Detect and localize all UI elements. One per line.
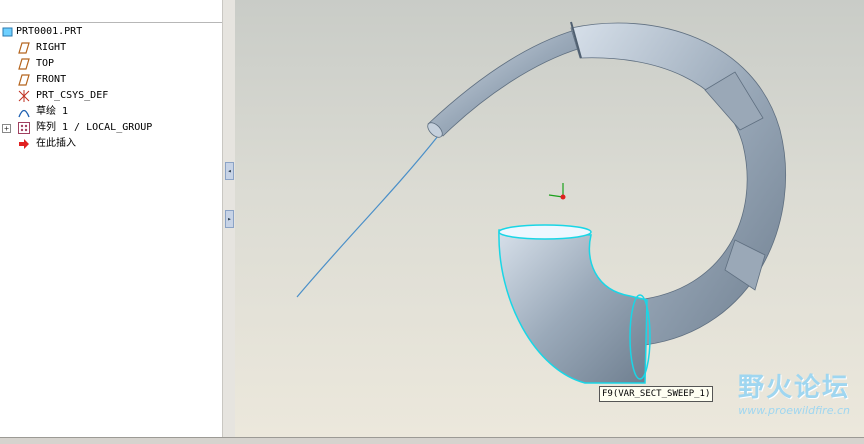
tree-item-label: 阵列 1 / LOCAL_GROUP — [36, 122, 153, 133]
tree-item-label: FRONT — [36, 74, 67, 85]
part-icon — [2, 26, 14, 38]
collapse-left-arrow-icon[interactable]: ◂ — [225, 162, 234, 180]
model-tree-header — [0, 0, 222, 23]
csys-marker — [548, 183, 566, 200]
datum-plane-icon — [18, 42, 30, 54]
tree-item-label: RIGHT — [36, 42, 67, 53]
tree-item-label: 在此插入 — [36, 138, 76, 149]
tree-item-part[interactable]: PRT0001.PRT — [0, 24, 222, 40]
highlighted-elbow-sweep[interactable] — [498, 229, 648, 384]
tree-item-front-plane[interactable]: FRONT — [0, 72, 222, 88]
sketch-icon — [18, 106, 30, 118]
upper-tube-segment[interactable] — [427, 29, 582, 137]
feature-tooltip: F9(VAR_SECT_SWEEP_1) — [599, 386, 714, 402]
trajectory-curve[interactable] — [296, 135, 439, 298]
tree-item-label: 草绘 1 — [36, 106, 69, 117]
graphics-viewport[interactable]: 野火论坛 www.proewildfire.cn F9(VAR_SECT_SWE… — [235, 0, 864, 437]
tree-item-top-plane[interactable]: TOP — [0, 56, 222, 72]
datum-plane-icon — [18, 74, 30, 86]
watermark-url: www.proewildfire.cn — [738, 404, 850, 417]
tree-item-insert-here[interactable]: 在此插入 — [0, 136, 222, 152]
tree-item-label: TOP — [36, 58, 55, 69]
forum-watermark: 野火论坛 www.proewildfire.cn — [738, 367, 850, 417]
model-tree-panel: PRT0001.PRT RIGHT TOP FRONT PRT_CSYS_DEF… — [0, 0, 223, 437]
tree-item-label: PRT_CSYS_DEF — [36, 90, 109, 101]
datum-plane-icon — [18, 58, 30, 70]
coordinate-system-icon — [18, 90, 30, 102]
panel-splitter[interactable]: ◂ ▸ — [222, 0, 235, 437]
tree-item-sketch[interactable]: 草绘 1 — [0, 104, 222, 120]
elbow-top-opening — [498, 224, 592, 240]
insert-here-arrow-icon — [18, 138, 30, 150]
expand-right-arrow-icon[interactable]: ▸ — [225, 210, 234, 228]
tree-item-label: PRT0001.PRT — [16, 26, 83, 37]
expand-toggle[interactable]: + — [2, 124, 11, 133]
pattern-icon — [18, 122, 30, 134]
watermark-title: 野火论坛 — [737, 373, 850, 403]
tree-item-right-plane[interactable]: RIGHT — [0, 40, 222, 56]
tree-item-pattern[interactable]: + 阵列 1 / LOCAL_GROUP — [0, 120, 222, 136]
tree-item-csys[interactable]: PRT_CSYS_DEF — [0, 88, 222, 104]
